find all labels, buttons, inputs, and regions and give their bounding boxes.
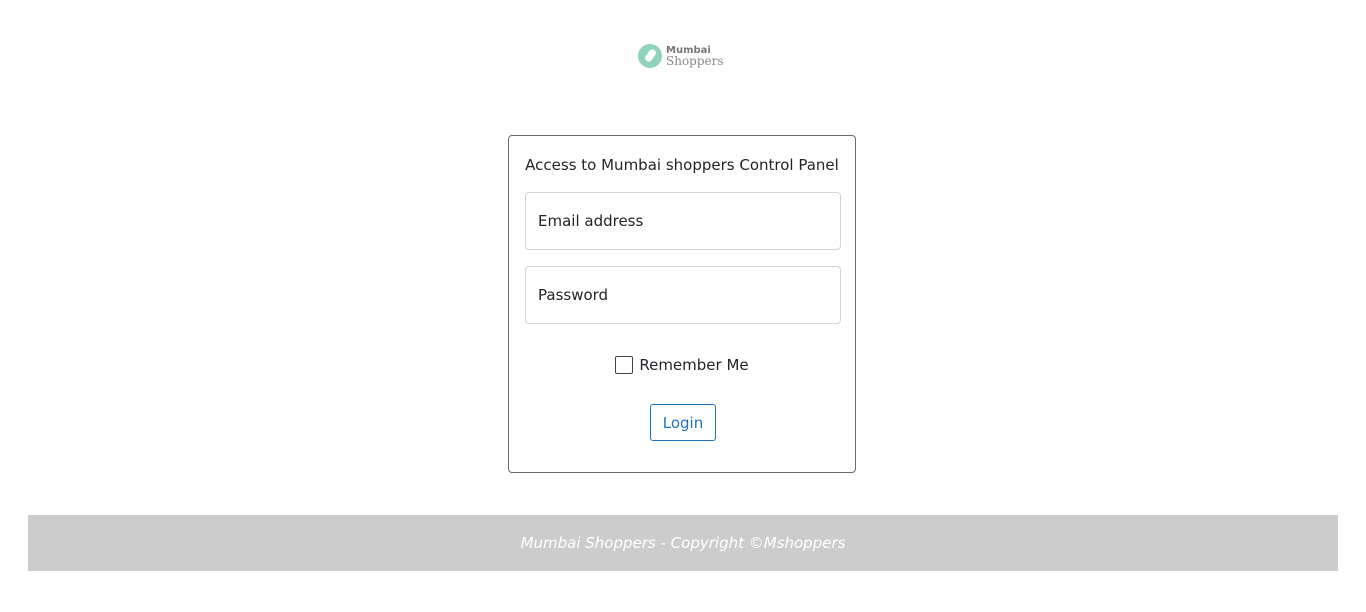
password-field[interactable] bbox=[525, 266, 841, 324]
email-field[interactable] bbox=[525, 192, 841, 250]
remember-me-row[interactable]: Remember Me bbox=[509, 356, 855, 374]
footer-copyright: Mumbai Shoppers - Copyright ©Mshoppers bbox=[520, 534, 846, 552]
footer: Mumbai Shoppers - Copyright ©Mshoppers bbox=[28, 515, 1338, 571]
login-card: Access to Mumbai shoppers Control Panel … bbox=[508, 135, 856, 473]
logo-wordmark: Mumbai Shoppers bbox=[666, 45, 724, 67]
login-page: Mumbai Shoppers Access to Mumbai shopper… bbox=[0, 0, 1366, 612]
logo-leaf-icon bbox=[638, 44, 662, 68]
logo-line2: Shoppers bbox=[666, 54, 724, 68]
login-button[interactable]: Login bbox=[650, 404, 716, 441]
remember-me-label[interactable]: Remember Me bbox=[639, 356, 748, 374]
remember-me-checkbox[interactable] bbox=[615, 356, 634, 374]
brand-logo[interactable]: Mumbai Shoppers bbox=[638, 42, 728, 70]
login-title: Access to Mumbai shoppers Control Panel bbox=[525, 156, 839, 174]
